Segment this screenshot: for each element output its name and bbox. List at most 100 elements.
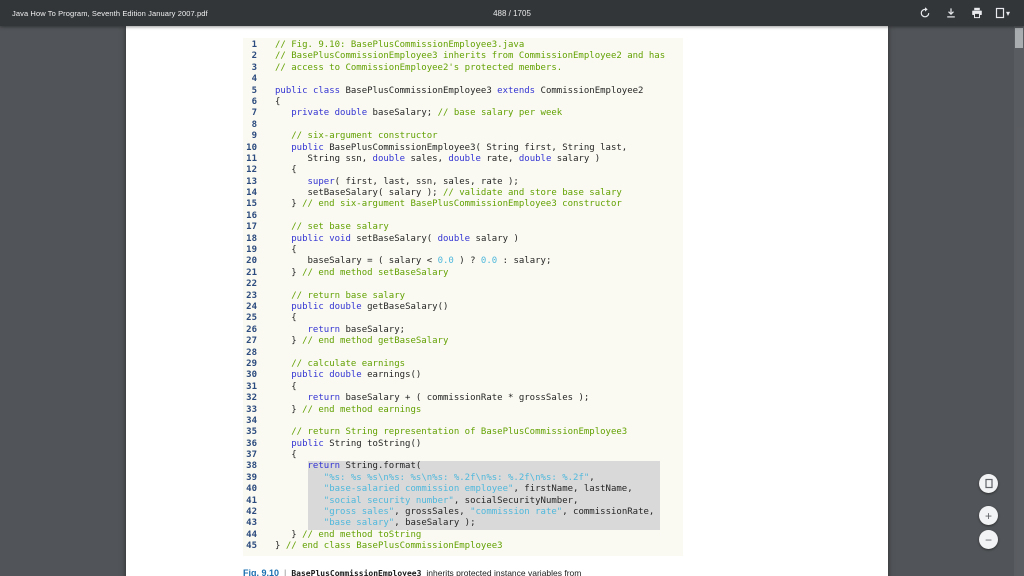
line-number: 22 — [246, 279, 257, 290]
code-line: 4 — [243, 74, 683, 85]
pdf-toolbar: Java How To Program, Seventh Edition Jan… — [0, 0, 1024, 26]
rotate-button[interactable] — [917, 5, 933, 21]
line-number: 10 — [246, 142, 257, 153]
line-number: 14 — [246, 188, 257, 199]
line-number: 25 — [246, 313, 257, 324]
caret-down-icon: ▾ — [1005, 8, 1010, 18]
line-number: 34 — [246, 415, 257, 426]
code-text: setBaseSalary( salary ); // validate and… — [275, 188, 622, 199]
line-number: 29 — [246, 358, 257, 369]
code-text: } // end class BasePlusCommissionEmploye… — [275, 541, 503, 552]
code-line: 23 // return base salary — [243, 291, 683, 302]
line-number: 1 — [251, 40, 257, 50]
code-text: "base-salaried commission employee", fir… — [275, 484, 660, 496]
code-line: 11 String ssn, double sales, double rate… — [243, 154, 683, 165]
code-line: 30 public double earnings() — [243, 370, 683, 381]
code-line: 40 "base-salaried commission employee", … — [243, 484, 683, 496]
line-number: 30 — [246, 370, 257, 381]
code-text: // six-argument constructor — [291, 131, 438, 142]
code-text: public class BasePlusCommissionEmployee3… — [275, 85, 644, 96]
view-options-button[interactable]: ▾ — [995, 5, 1010, 21]
line-number: 23 — [246, 290, 257, 301]
line-number: 4 — [251, 74, 257, 85]
code-text: { — [275, 245, 297, 256]
line-number: 19 — [246, 245, 257, 256]
code-text: // calculate earnings — [291, 358, 406, 369]
code-line: 1 // Fig. 9.10: BasePlusCommissionEmploye… — [243, 40, 683, 51]
zoom-in-button[interactable]: + — [979, 506, 998, 525]
pdf-viewer[interactable]: 1 // Fig. 9.10: BasePlusCommissionEmploye… — [0, 26, 1024, 576]
code-line: 25 { — [243, 313, 683, 324]
line-number: 12 — [246, 165, 257, 176]
code-line: 5 public class BasePlusCommissionEmployee… — [243, 86, 683, 97]
code-text: // access to CommissionEmployee2's prote… — [275, 62, 563, 73]
line-number: 2 — [251, 51, 257, 62]
figure-label: Fig. 9.10 — [243, 568, 280, 576]
code-text: return baseSalary + ( commissionRate * g… — [307, 393, 590, 404]
line-number: 39 — [246, 472, 257, 483]
line-number: 6 — [251, 96, 257, 107]
line-number: 31 — [246, 381, 257, 392]
code-line: 6{ — [243, 97, 683, 108]
code-line: 14 setBaseSalary( salary ); // validate … — [243, 188, 683, 199]
code-line: 10 public BasePlusCommissionEmployee3( S… — [243, 143, 683, 154]
line-number: 42 — [246, 507, 257, 518]
code-line: 19 { — [243, 245, 683, 256]
line-number: 15 — [246, 199, 257, 210]
line-number: 20 — [246, 256, 257, 267]
line-number: 40 — [246, 484, 257, 495]
line-number: 37 — [246, 450, 257, 461]
code-text: return baseSalary; — [307, 324, 406, 335]
line-number: 43 — [246, 518, 257, 529]
code-text: public double getBaseSalary() — [291, 301, 449, 312]
code-line: 20 baseSalary = ( salary < 0.0 ) ? 0.0 :… — [243, 256, 683, 267]
line-number: 17 — [246, 222, 257, 233]
line-number: 36 — [246, 438, 257, 449]
code-line: 15 } // end six-argument BasePlusCommiss… — [243, 199, 683, 210]
page-indicator[interactable]: 488 / 1705 — [493, 9, 531, 18]
code-text: // BasePlusCommissionEmployee3 inherits … — [275, 51, 666, 62]
code-line: 37 { — [243, 450, 683, 461]
line-number: 44 — [246, 529, 257, 540]
print-button[interactable] — [969, 5, 985, 21]
code-listing: 1 // Fig. 9.10: BasePlusCommissionEmploye… — [243, 38, 683, 556]
line-number: 11 — [246, 153, 257, 164]
download-icon — [947, 8, 955, 18]
fit-page-button[interactable] — [979, 474, 998, 493]
code-text: { — [275, 381, 297, 392]
code-line: 32 return baseSalary + ( commissionRate … — [243, 393, 683, 404]
code-line: 31 { — [243, 382, 683, 393]
code-line: 42 "gross sales", grossSales, "commissio… — [243, 507, 683, 519]
code-line: 45} // end class BasePlusCommissionEmplo… — [243, 541, 683, 552]
code-line: 34 — [243, 416, 683, 427]
line-number: 9 — [251, 131, 257, 142]
scrollbar[interactable] — [1014, 26, 1024, 576]
line-number: 28 — [246, 347, 257, 358]
code-text: // return base salary — [291, 290, 406, 301]
line-number: 26 — [246, 324, 257, 335]
code-line: 35 // return String representation of Ba… — [243, 427, 683, 438]
download-button[interactable] — [943, 5, 959, 21]
code-line: 38 return String.format( — [243, 461, 683, 473]
code-line: 43 "base salary", baseSalary ); — [243, 518, 683, 530]
toolbar-actions: ▾ — [917, 5, 1024, 21]
code-line: 21 } // end method setBaseSalary — [243, 268, 683, 279]
plus-icon: + — [984, 508, 992, 523]
code-line: 41 "social security number", socialSecur… — [243, 495, 683, 508]
line-number: 32 — [246, 393, 257, 404]
code-line: 18 public void setBaseSalary( double sal… — [243, 234, 683, 245]
code-line: 26 return baseSalary; — [243, 325, 683, 336]
code-line: 36 public String toString() — [243, 439, 683, 450]
code-line: 28 — [243, 348, 683, 359]
zoom-out-button[interactable]: − — [979, 530, 998, 549]
code-line: 22 — [243, 279, 683, 290]
code-line: 39 "%s: %s %s\n%s: %s\n%s: %.2f\n%s: %.2… — [243, 472, 683, 485]
code-text: "%s: %s %s\n%s: %s\n%s: %.2f\n%s: %.2f\n… — [275, 472, 660, 485]
code-text: { — [275, 165, 297, 176]
code-text: // return String representation of BaseP… — [291, 427, 628, 438]
code-text: public BasePlusCommissionEmployee3( Stri… — [291, 142, 628, 153]
scrollbar-thumb[interactable] — [1015, 28, 1023, 48]
line-number: 21 — [246, 267, 257, 278]
caption-separator: | — [284, 568, 287, 576]
code-line: 2 // BasePlusCommissionEmployee3 inherits… — [243, 51, 683, 62]
